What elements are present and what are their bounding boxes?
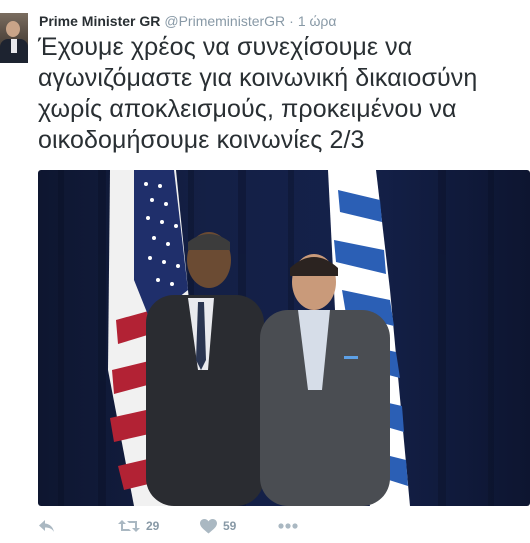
reply-icon [38,519,55,533]
photo-illustration [58,170,494,506]
like-count: 59 [223,519,237,533]
avatar[interactable] [0,13,28,63]
like-button[interactable]: 59 [200,515,236,537]
more-icon [278,523,298,529]
author-handle[interactable]: @PrimeministerGR [164,13,285,29]
avatar-head [6,21,20,37]
tweet-text: Έχουμε χρέος να συνεχίσουμε να αγωνιζόμα… [38,33,478,154]
tweet-header: Prime Minister GR @PrimeministerGR · 1 ώρα [39,13,337,29]
retweet-button[interactable]: 29 [118,515,159,537]
heart-icon [200,518,217,534]
retweet-count: 29 [146,519,160,533]
separator-dot: · [289,13,294,29]
tweet-actions: 29 59 [38,515,338,539]
more-button[interactable] [278,515,298,537]
author-name[interactable]: Prime Minister GR [39,13,160,29]
retweet-icon [118,518,140,534]
reply-button[interactable] [38,515,55,537]
avatar-shirt [11,39,17,53]
timestamp[interactable]: 1 ώρα [298,13,337,29]
tweet-photo[interactable] [38,170,530,506]
